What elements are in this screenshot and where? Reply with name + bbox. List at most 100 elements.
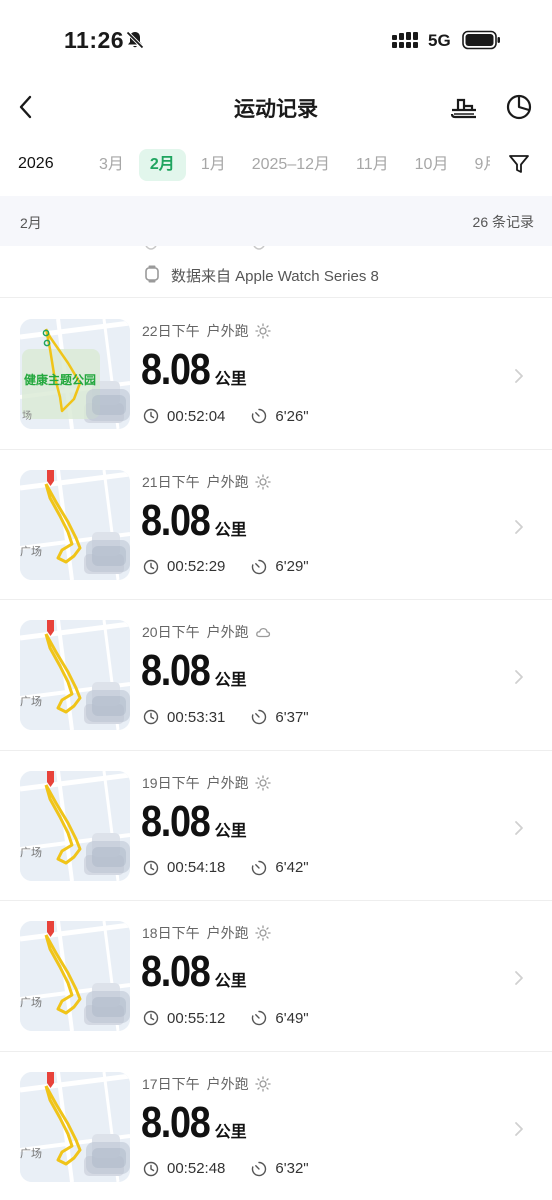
tab-month[interactable]: 2025–12月 — [241, 149, 341, 181]
chevron-right-icon — [515, 369, 523, 383]
pace-value: 6'42" — [275, 859, 309, 877]
distance-value: 8.08 — [141, 495, 211, 545]
route-map-thumbnail: 广场 — [20, 770, 130, 881]
network-type: 5G — [428, 31, 451, 50]
route-map-thumbnail: 广场 — [20, 1071, 130, 1182]
record-date: 17日下午 — [142, 1075, 200, 1092]
distance-value: 8.08 — [141, 796, 211, 846]
sun-icon — [254, 473, 271, 490]
distance-unit: 公里 — [214, 672, 247, 689]
data-source-text: 数据来自 Apple Watch Series 8 — [171, 268, 379, 285]
pace-value: 6'37" — [275, 708, 309, 726]
svg-text:场: 场 — [22, 409, 32, 422]
svg-text:广场: 广场 — [20, 845, 42, 859]
workout-record-list: 健康主题公园场 22日下午 户外跑 8.08 公里 00:52:04 6'26" 广场 21日下… — [0, 299, 552, 1200]
record-date: 19日下午 — [142, 774, 200, 791]
cloud-icon — [255, 627, 270, 638]
workout-type: 户外跑 — [206, 1075, 249, 1092]
year-label[interactable]: 2026 — [18, 155, 54, 173]
workout-record-row[interactable]: 广场 20日下午 户外跑 8.08 公里 00:53:31 6'37" — [0, 600, 552, 751]
tab-month[interactable]: 10月 — [404, 149, 460, 181]
scroll-fade-marks — [145, 246, 265, 250]
tab-month-active[interactable]: 2月 — [138, 149, 186, 181]
section-header: 2月 26 条记录 — [0, 196, 552, 246]
chevron-right-icon — [515, 519, 523, 534]
record-distance: 8.08 公里 — [141, 1098, 247, 1147]
workout-type: 户外跑 — [206, 925, 249, 941]
chevron-right-icon — [515, 670, 523, 684]
route-map-thumbnail: 健康主题公园场 — [20, 319, 130, 429]
pace-icon — [252, 860, 267, 875]
podium-icon[interactable] — [448, 90, 480, 124]
workout-type: 户外跑 — [206, 323, 249, 339]
record-date: 21日下午 — [142, 473, 200, 490]
workout-record-row[interactable]: 广场 18日下午 户外跑 8.08 公里 00:55:12 6'49" — [0, 901, 552, 1052]
pace-value: 6'49" — [275, 1009, 309, 1027]
workout-record-row[interactable]: 广场 21日下午 户外跑 8.08 公里 00:52:29 6'29" — [0, 450, 552, 600]
record-date: 22日下午 — [142, 323, 200, 339]
pace-value: 6'29" — [275, 558, 309, 576]
chevron-right-icon — [515, 1121, 523, 1136]
svg-text:广场: 广场 — [20, 995, 42, 1009]
tab-month[interactable]: 3月 — [88, 149, 135, 181]
duration-value: 00:52:29 — [167, 558, 226, 576]
clock-icon — [143, 559, 159, 574]
section-month: 2月 — [20, 215, 42, 231]
tab-month[interactable]: 1月 — [190, 149, 237, 181]
sun-icon — [254, 1075, 271, 1092]
distance-value: 8.08 — [141, 646, 211, 695]
pace-icon — [252, 1161, 267, 1176]
record-count: 26 条记录 — [472, 214, 534, 230]
record-stats: 00:54:18 6'42" — [143, 859, 309, 879]
record-distance: 8.08 公里 — [141, 495, 247, 545]
svg-text:广场: 广场 — [20, 544, 42, 558]
svg-text:健康主题公园: 健康主题公园 — [24, 372, 96, 387]
chevron-right-icon — [515, 971, 523, 985]
sun-icon — [254, 925, 271, 941]
workout-record-row[interactable]: 广场 17日下午 户外跑 8.08 公里 00:52:48 6'32" — [0, 1052, 552, 1200]
clock-icon — [143, 1010, 159, 1026]
record-distance: 8.08 公里 — [141, 796, 247, 846]
record-stats: 00:53:31 6'37" — [143, 708, 309, 728]
pace-value: 6'26" — [275, 407, 309, 425]
duration-value: 00:52:48 — [167, 1160, 226, 1178]
battery-icon — [462, 30, 500, 50]
funnel-icon[interactable] — [508, 153, 530, 175]
pie-chart-icon[interactable] — [502, 90, 536, 124]
distance-value: 8.08 — [141, 345, 211, 394]
record-distance: 8.08 公里 — [141, 345, 247, 394]
duration-value: 00:53:31 — [167, 708, 226, 726]
pace-icon — [252, 559, 267, 574]
record-header: 22日下午 户外跑 — [142, 321, 271, 341]
route-map-thumbnail: 广场 — [20, 469, 130, 580]
sun-icon — [254, 774, 271, 791]
month-tabs: 3月2月1月2025–12月11月10月9月 — [88, 149, 490, 181]
record-date: 20日下午 — [142, 624, 200, 640]
workout-type: 户外跑 — [206, 774, 249, 791]
tab-month[interactable]: 9月 — [463, 149, 490, 181]
watch-icon — [145, 265, 159, 283]
data-source-row: 数据来自 Apple Watch Series 8 — [0, 246, 552, 298]
workout-record-row[interactable]: 广场 19日下午 户外跑 8.08 公里 00:54:18 6'42" — [0, 751, 552, 901]
record-distance: 8.08 公里 — [141, 947, 247, 996]
nav-header: 运动记录 — [0, 82, 552, 132]
distance-unit: 公里 — [214, 973, 247, 990]
clock-icon — [143, 860, 159, 875]
tab-month[interactable]: 11月 — [345, 149, 400, 181]
month-filter-row: 2026 3月2月1月2025–12月11月10月9月 — [0, 144, 552, 186]
duration-value: 00:52:04 — [167, 407, 226, 425]
svg-text:广场: 广场 — [20, 694, 42, 708]
signal-icon — [392, 32, 418, 48]
workout-record-row[interactable]: 健康主题公园场 22日下午 户外跑 8.08 公里 00:52:04 6'26" — [0, 299, 552, 450]
pace-value: 6'32" — [275, 1160, 309, 1178]
workout-type: 户外跑 — [206, 624, 249, 640]
record-stats: 00:55:12 6'49" — [143, 1009, 309, 1029]
chevron-right-icon — [515, 820, 523, 835]
distance-unit: 公里 — [214, 822, 247, 840]
status-time: 11:26 — [64, 27, 125, 53]
distance-value: 8.08 — [141, 947, 211, 996]
route-map-thumbnail: 广场 — [20, 620, 130, 730]
record-stats: 00:52:48 6'32" — [143, 1160, 309, 1180]
route-map-thumbnail: 广场 — [20, 921, 130, 1031]
svg-text:广场: 广场 — [20, 1146, 42, 1160]
